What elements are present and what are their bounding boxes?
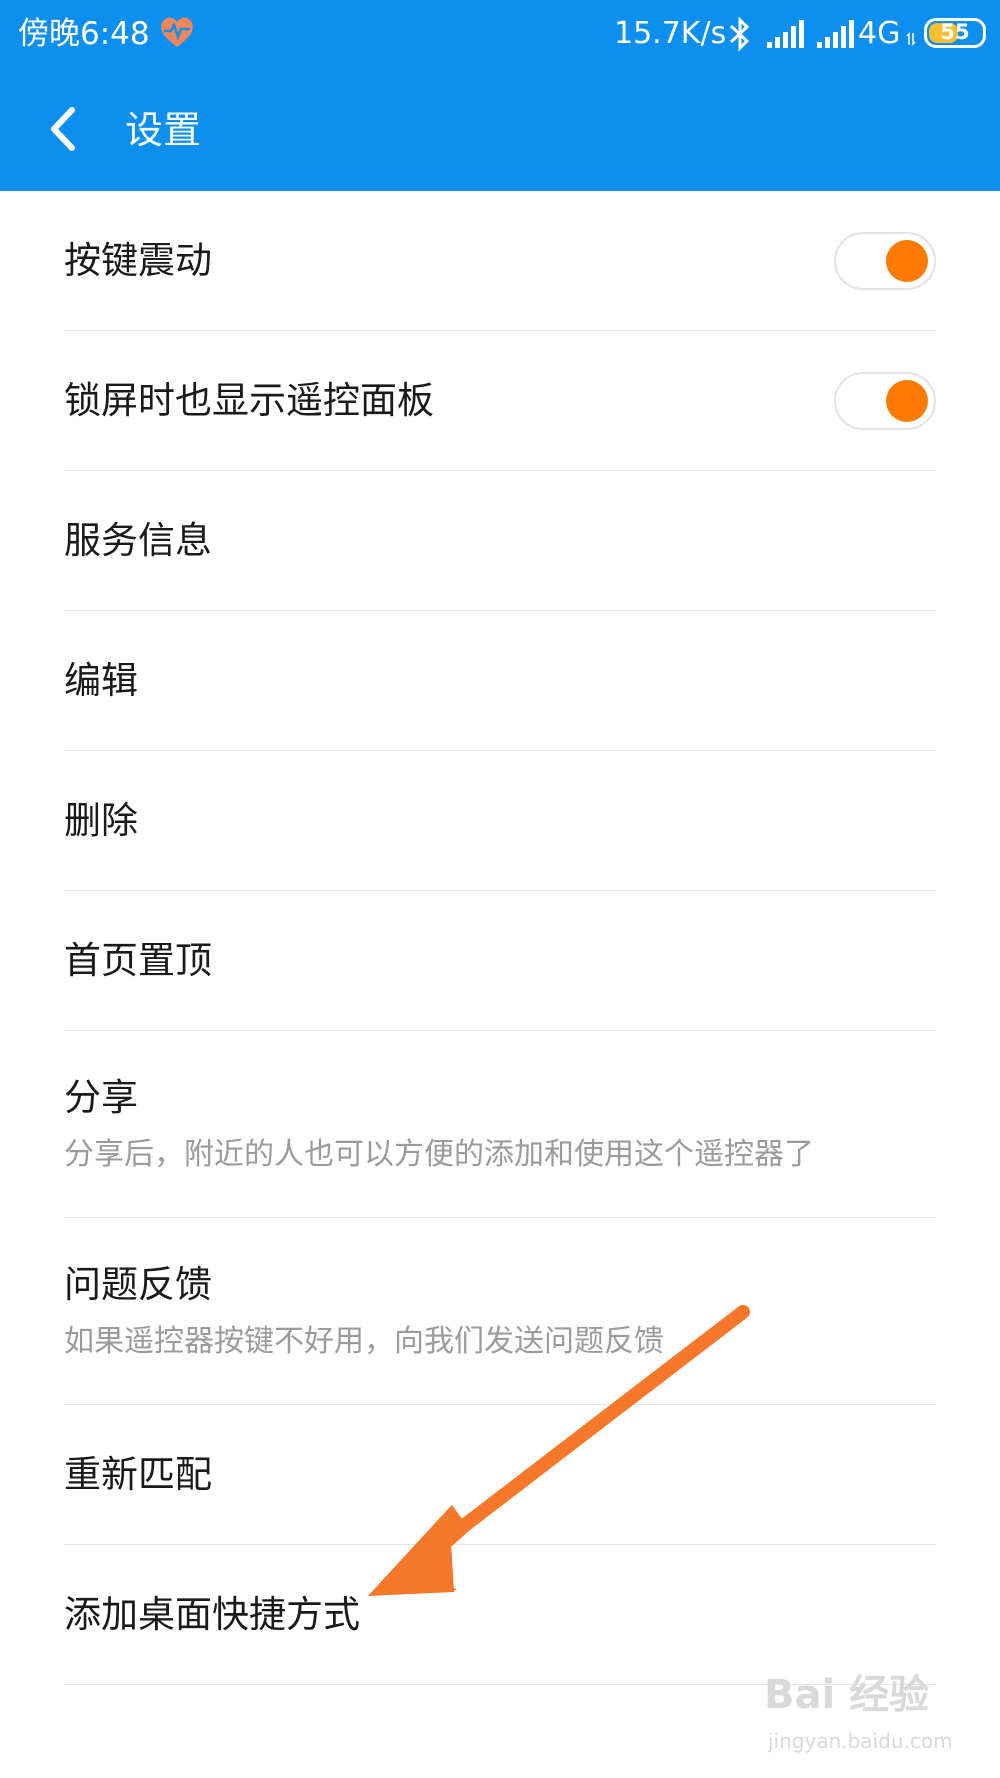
setting-label: 首页置顶 [64, 939, 212, 982]
watermark-url: jingyan.baidu.com [768, 1729, 953, 1753]
setting-share[interactable]: 分享 分享后，附近的人也可以方便的添加和使用这个遥控器了 [64, 1031, 936, 1218]
signal-icon-secondary [817, 20, 854, 48]
setting-label: 问题反馈 [64, 1263, 212, 1306]
setting-service-info[interactable]: 服务信息 [64, 471, 936, 611]
signal-icon [767, 20, 804, 48]
toggle-knob [886, 240, 928, 282]
setting-label: 添加桌面快捷方式 [64, 1593, 360, 1636]
key-vibration-toggle[interactable] [834, 232, 936, 290]
battery-percent: 55 [940, 20, 970, 44]
setting-pin-top[interactable]: 首页置顶 [64, 891, 936, 1031]
setting-delete[interactable]: 删除 [64, 751, 936, 891]
setting-label: 编辑 [64, 659, 138, 702]
network-type: 4G [858, 16, 901, 51]
lockscreen-panel-toggle[interactable] [834, 372, 936, 430]
toggle-knob [886, 380, 928, 422]
watermark-brand: Bai 经验 [764, 1672, 930, 1718]
setting-rematch[interactable]: 重新匹配 [64, 1405, 936, 1545]
watermark: Bai 经验 jingyan.baidu.com [764, 1670, 954, 1760]
app-bar: 傍晚6:48 15.7K/s 4G 55 设置 [0, 0, 1000, 191]
data-activity-icon [906, 32, 916, 46]
setting-label: 服务信息 [64, 519, 212, 562]
setting-edit[interactable]: 编辑 [64, 611, 936, 751]
setting-lockscreen-panel[interactable]: 锁屏时也显示遥控面板 [64, 331, 936, 471]
setting-label: 按键震动 [64, 239, 212, 282]
heart-rate-icon [161, 17, 193, 47]
network-speed: 15.7K/s [614, 16, 727, 51]
status-time: 傍晚6:48 [18, 16, 150, 52]
setting-feedback[interactable]: 问题反馈 如果遥控器按键不好用，向我们发送问题反馈 [64, 1218, 936, 1405]
setting-label: 分享 [64, 1076, 138, 1119]
setting-label: 锁屏时也显示遥控面板 [64, 379, 434, 422]
back-icon[interactable] [44, 104, 84, 154]
setting-key-vibration[interactable]: 按键震动 [64, 191, 936, 331]
setting-description: 分享后，附近的人也可以方便的添加和使用这个遥控器了 [64, 1137, 814, 1172]
status-bar: 傍晚6:48 15.7K/s 4G 55 [0, 0, 1000, 68]
bluetooth-icon [729, 16, 750, 52]
page-title: 设置 [125, 108, 202, 152]
setting-label: 删除 [64, 799, 138, 842]
setting-add-shortcut[interactable]: 添加桌面快捷方式 [64, 1545, 936, 1685]
setting-description: 如果遥控器按键不好用，向我们发送问题反馈 [64, 1324, 664, 1359]
setting-label: 重新匹配 [64, 1453, 212, 1496]
battery-icon: 55 [924, 18, 986, 48]
